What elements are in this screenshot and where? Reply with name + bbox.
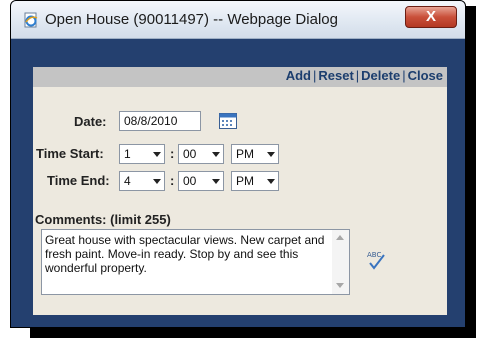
- spellcheck-icon[interactable]: ABC: [365, 249, 387, 271]
- chevron-down-icon: [153, 179, 161, 184]
- comments-scrollbar[interactable]: [332, 230, 349, 294]
- time-end-ampm-select[interactable]: PM: [231, 171, 279, 191]
- selected-value: 00: [183, 174, 197, 188]
- delete-link[interactable]: Delete: [361, 68, 400, 83]
- window-close-button[interactable]: X: [405, 6, 457, 28]
- selected-value: 1: [124, 147, 131, 161]
- time-end-hour-select[interactable]: 4: [119, 171, 165, 191]
- chevron-down-icon: [153, 152, 161, 157]
- close-link[interactable]: Close: [408, 68, 443, 83]
- time-end-label: Time End:: [47, 173, 110, 188]
- time-start-label: Time Start:: [36, 146, 104, 161]
- title-bar[interactable]: Open House (90011497) -- Webpage Dialog …: [11, 1, 465, 39]
- screen: Open House (90011497) -- Webpage Dialog …: [0, 0, 482, 339]
- comments-label: Comments: (limit 255): [35, 212, 171, 227]
- time-colon: :: [170, 173, 175, 188]
- add-link[interactable]: Add: [286, 68, 311, 83]
- frame-top-band: [23, 39, 453, 67]
- reset-link[interactable]: Reset: [318, 68, 353, 83]
- dialog-window: Open House (90011497) -- Webpage Dialog …: [10, 0, 466, 328]
- ie-page-icon: [24, 12, 38, 28]
- time-start-ampm-select[interactable]: PM: [231, 144, 279, 164]
- time-end-minute-select[interactable]: 00: [178, 171, 224, 191]
- separator: |: [402, 68, 406, 83]
- chevron-down-icon: [212, 152, 220, 157]
- selected-value: PM: [236, 147, 254, 161]
- time-start-hour-select[interactable]: 1: [119, 144, 165, 164]
- separator: |: [355, 68, 360, 83]
- time-start-minute-select[interactable]: 00: [178, 144, 224, 164]
- chevron-down-icon: [267, 152, 275, 157]
- action-links: Add | Reset | Delete | Close: [286, 68, 443, 83]
- svg-text:ABC: ABC: [367, 251, 381, 259]
- scroll-up-icon[interactable]: [336, 235, 344, 240]
- scroll-down-icon[interactable]: [336, 283, 344, 288]
- comments-text: Great house with spectacular views. New …: [45, 233, 325, 275]
- calendar-icon[interactable]: [219, 113, 237, 129]
- form-panel: Add | Reset | Delete | Close Date: 08/8/2010 T…: [33, 67, 447, 327]
- date-input[interactable]: 08/8/2010: [119, 111, 201, 131]
- action-bar: Add | Reset | Delete | Close: [33, 67, 447, 87]
- date-label: Date:: [74, 114, 107, 129]
- separator: |: [312, 68, 317, 83]
- comments-textarea[interactable]: Great house with spectacular views. New …: [41, 229, 350, 295]
- selected-value: PM: [236, 174, 254, 188]
- frame-bottom-band: [11, 315, 465, 327]
- chevron-down-icon: [267, 179, 275, 184]
- chevron-down-icon: [212, 179, 220, 184]
- window-title: Open House (90011497) -- Webpage Dialog: [45, 11, 338, 28]
- time-colon: :: [170, 146, 175, 161]
- selected-value: 00: [183, 147, 197, 161]
- selected-value: 4: [124, 174, 131, 188]
